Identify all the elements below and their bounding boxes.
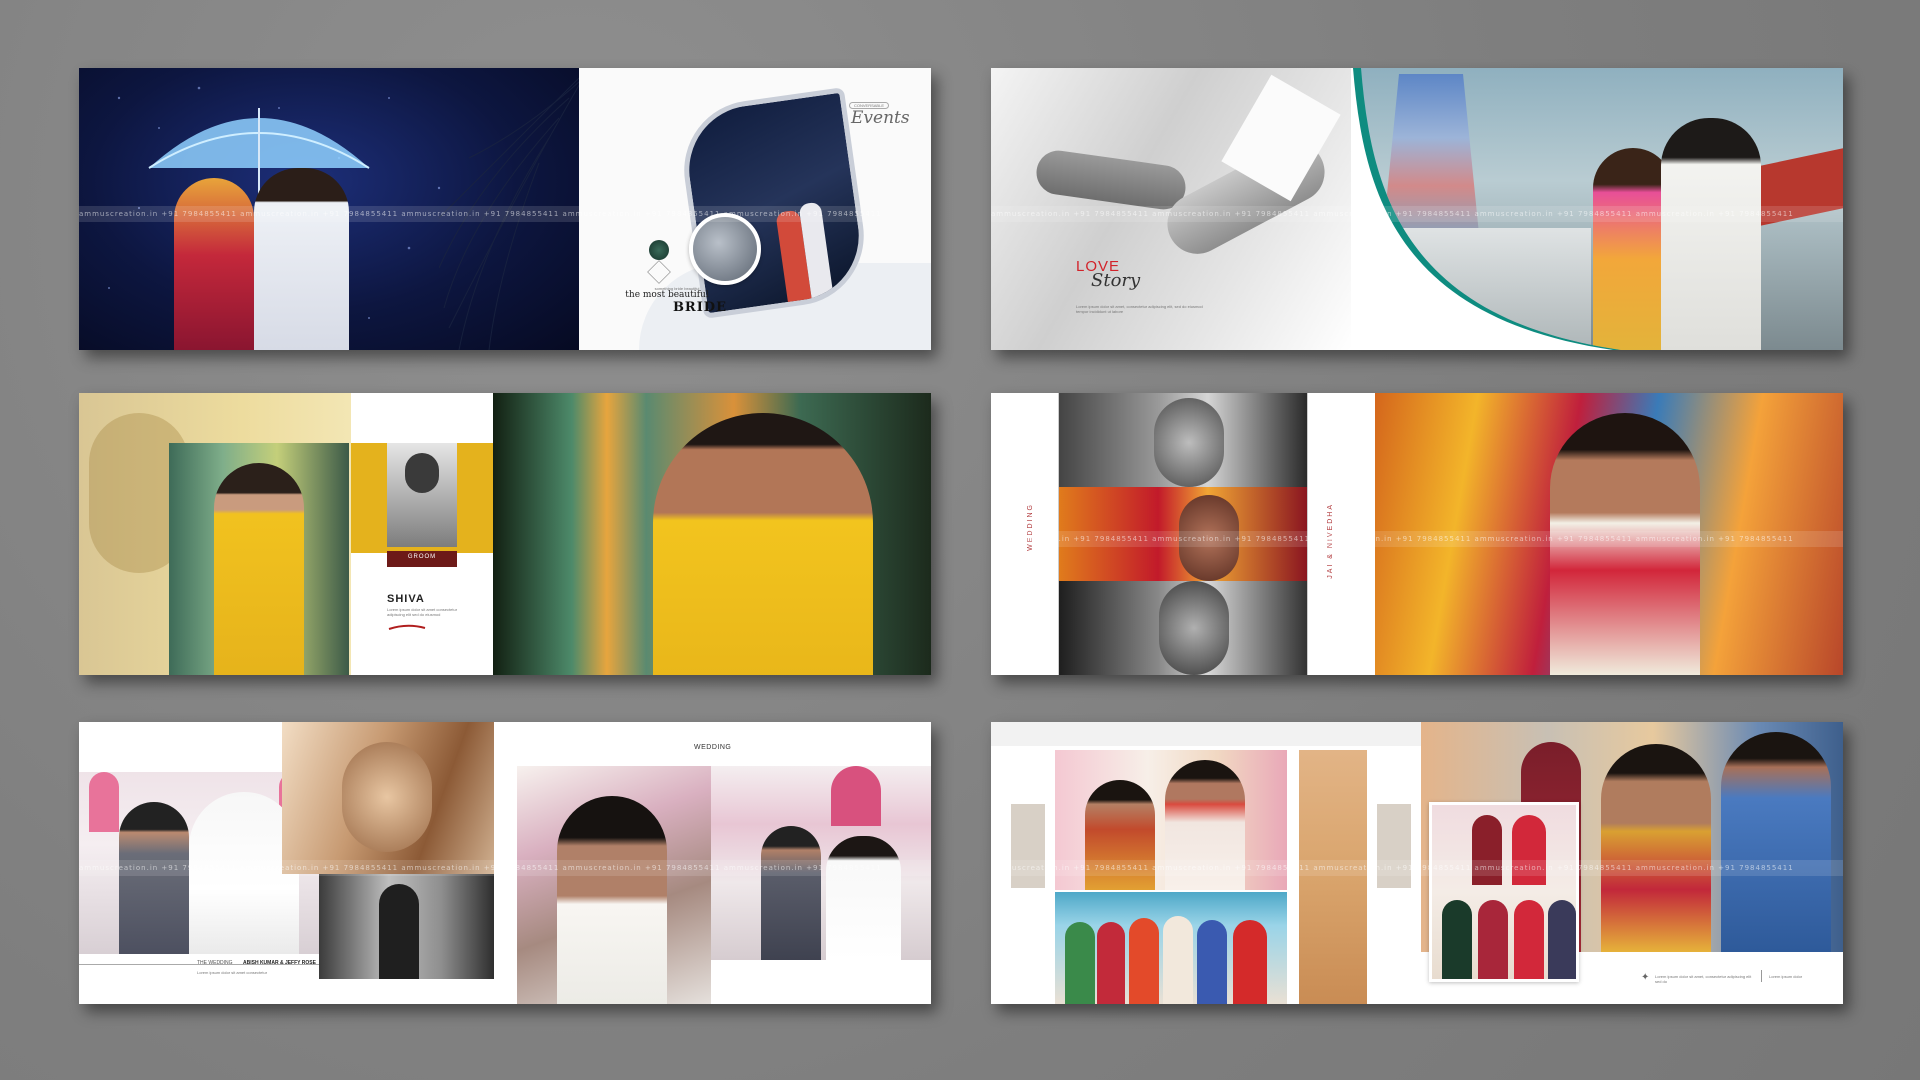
bride-figure	[174, 178, 254, 350]
groom-name: SHIVA	[387, 593, 425, 605]
group-bw-photo	[319, 874, 494, 979]
inset-guest-figure	[1548, 900, 1576, 979]
album-spread-groom-shiva: GROOM SHIVA Lorem ipsum dolor sit amet c…	[79, 393, 931, 675]
album-spread-church-wedding: THE WEDDING ABISH KUMAR & JEFFY ROSE Lor…	[79, 722, 931, 1004]
stained-glass-window	[89, 772, 119, 832]
family-member-figure	[1129, 918, 1159, 1004]
bride-title-line2: BRIDE	[672, 300, 727, 315]
bride-pew-figure	[826, 836, 901, 960]
bride-bw-closeup	[1159, 581, 1229, 675]
bride-gloved-figure	[557, 796, 667, 1004]
inset-guest-figure	[1478, 900, 1508, 979]
inset-guest-figure	[1514, 900, 1544, 979]
groom-pew-figure	[761, 826, 821, 960]
bride-sepia-face	[342, 742, 432, 852]
love-story-caption: Lorem ipsum dolor sit amet, consectetur …	[1076, 304, 1203, 314]
watermark-strip: ammuscreation.in +91 7984855411 ammuscre…	[991, 860, 1843, 876]
couple-names-label: ABISH KUMAR & JEFFY ROSE	[243, 960, 316, 966]
footer-right-text: Lorem ipsum dolor	[1769, 974, 1803, 979]
bride-veil-glove-photo	[517, 766, 711, 1004]
groom-label: GROOM	[407, 554, 437, 560]
album-spread-love-story: LOVE Story Lorem ipsum dolor sit amet, c…	[991, 68, 1843, 350]
wedding-heading: WEDDING	[694, 744, 732, 751]
bride-title-line1: the most beautiful	[625, 290, 709, 300]
groom-figure	[254, 168, 349, 350]
groom-suit-figure	[119, 802, 189, 954]
bride-bw-face	[1154, 398, 1224, 487]
bride-tan-overlay-photo	[1299, 750, 1367, 1004]
watermark-strip: ammuscreation.in +91 7984855411 ammuscre…	[79, 860, 931, 876]
watermark-strip: ammuscreation.in +91 7984855411 ammuscre…	[79, 206, 931, 222]
inset-guest-figure	[1442, 900, 1472, 979]
groom-caption: Lorem ipsum dolor sit amet consectetur a…	[387, 607, 458, 617]
guest-checked-shirt-figure	[1721, 732, 1831, 952]
album-spread-the-most-beautiful-bride: something bride beautiful the most beaut…	[79, 68, 931, 350]
footer-wedding-label: THE WEDDING	[197, 960, 233, 966]
album-spread-family-bride: Lorem ipsum dolor sit amet ✦ Lorem ipsum…	[991, 722, 1843, 1004]
stained-glass-window	[831, 766, 881, 826]
groom-yellow-kurta-figure	[214, 463, 304, 675]
family-member-figure	[1097, 922, 1125, 1004]
watermark-strip: ammuscreation.in +91 7984855411 ammuscre…	[991, 206, 1843, 222]
family-member-figure	[1197, 920, 1227, 1004]
circle-portrait-photo	[689, 213, 761, 285]
story-label: Story	[1091, 270, 1141, 291]
groom-full-length-photo	[169, 443, 349, 675]
bride-jewellery-figure	[1601, 744, 1711, 952]
family-member-figure	[1233, 920, 1267, 1004]
sparkle-icon: ✦	[1641, 972, 1650, 983]
bride-sepia-photo	[282, 722, 494, 874]
album-spread-jai-nivedha: WEDDING JAI & NIVEDHA ammuscreation.in +…	[991, 393, 1843, 675]
family-group-stage-photo	[1055, 892, 1287, 1004]
watermark-strip: ammuscreation.in +91 7984855411 ammuscre…	[991, 531, 1843, 547]
groom-bw-small-photo	[387, 443, 457, 547]
groom-yellow-kurta-portrait	[653, 413, 873, 675]
footer-caption: Lorem ipsum dolor sit amet, consectetur …	[1655, 974, 1752, 984]
bride-bw-bottom-photo	[1059, 581, 1307, 675]
couple-night-tilted-photo	[675, 87, 873, 319]
family-inset-photo	[1429, 802, 1579, 982]
family-member-figure	[1065, 922, 1095, 1004]
footer-divider	[1761, 970, 1762, 982]
bride-hand-shape	[1033, 147, 1189, 213]
groom-bw-face	[405, 453, 439, 493]
groom-white-figure	[1661, 118, 1761, 350]
bride-bw-top-photo	[1059, 393, 1307, 487]
guest-bw-figure	[379, 884, 419, 979]
family-member-figure	[1163, 916, 1193, 1004]
top-grey-band	[991, 722, 1491, 746]
brush-stroke-ornament	[388, 624, 426, 630]
heart-logo-icon	[649, 240, 669, 260]
events-label: Events	[851, 108, 910, 128]
footer-caption: Lorem ipsum dolor sit amet consectetur	[197, 970, 268, 975]
groom-smiling-portrait	[493, 393, 931, 675]
